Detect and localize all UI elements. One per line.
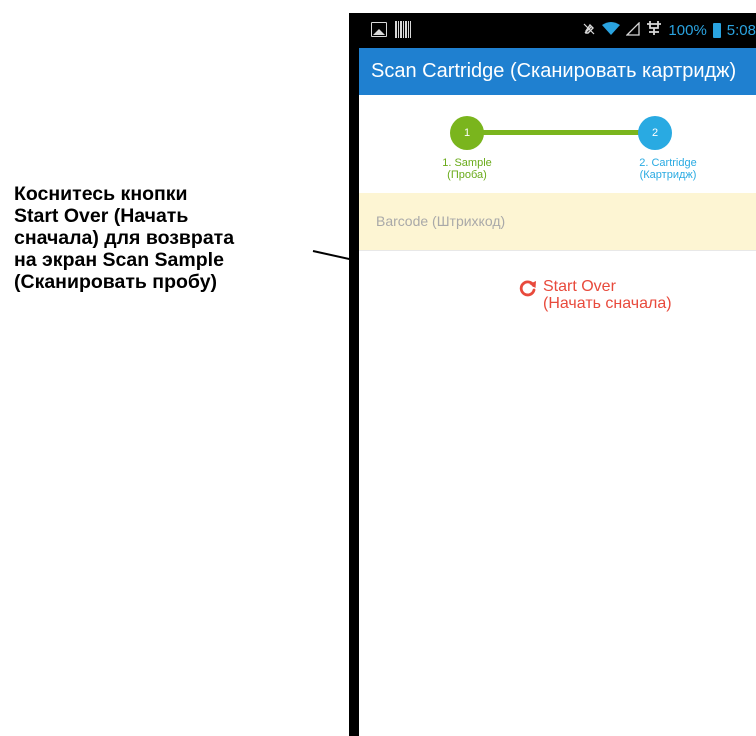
step-2-subtitle: (Картридж) xyxy=(639,169,697,181)
step-1-title: 1. Sample xyxy=(442,157,492,169)
status-bar: 100% 5:08 xyxy=(359,13,756,48)
callout-line: сначала) для возврата xyxy=(14,227,235,249)
barcode-field[interactable]: Barcode (Штрихкод) xyxy=(359,193,756,250)
start-over-label-en: Start Over xyxy=(543,278,616,295)
page-title: Scan Cartridge (Сканировать картридж) xyxy=(371,60,737,82)
battery-percent: 100% xyxy=(668,22,707,39)
barcode-label-en: Barcode xyxy=(376,213,429,229)
barcode-label: Barcode (Штрихкод) xyxy=(376,213,505,229)
step-connector xyxy=(477,130,645,135)
phone-screen: 100% 5:08 Scan Cartridge (Сканировать ка… xyxy=(359,13,756,736)
callout-line: (Сканировать пробу) xyxy=(14,271,218,293)
progress-stepper: 1 2 1. Sample (Проба) 2. Cartridge (Карт… xyxy=(359,95,756,193)
step-1-circle: 1 xyxy=(450,116,484,150)
start-over-label-ru: (Начать сначала) xyxy=(543,295,672,312)
callout-line: Коснитесь кнопки xyxy=(14,183,188,205)
callout-line: Start Over (Начать xyxy=(14,205,189,227)
network-icon xyxy=(646,21,662,40)
signal-icon xyxy=(625,21,641,39)
barcode-label-ru: (Штрихкод) xyxy=(432,213,506,229)
callout-line: на экран Scan Sample xyxy=(14,249,224,271)
instruction-callout: Коснитесь кнопки Start Over (Начать снач… xyxy=(14,183,314,293)
divider xyxy=(359,250,756,251)
clock: 5:08 xyxy=(726,22,756,39)
step-2-circle: 2 xyxy=(638,116,672,150)
barcode-icon xyxy=(395,21,411,38)
step-2-title: 2. Cartridge xyxy=(639,157,697,169)
mute-icon xyxy=(582,22,596,39)
start-over-button[interactable]: Start Over (Начать сначала) xyxy=(519,278,672,318)
wifi-icon xyxy=(602,22,621,39)
image-icon xyxy=(371,22,387,37)
step-2-label: 2. Cartridge (Картридж) xyxy=(623,157,713,181)
step-1-subtitle: (Проба) xyxy=(447,169,487,181)
phone-frame: 100% 5:08 Scan Cartridge (Сканировать ка… xyxy=(349,13,756,736)
app-bar: Scan Cartridge (Сканировать картридж) xyxy=(359,48,756,95)
refresh-icon xyxy=(519,280,536,297)
start-over-label: Start Over (Начать сначала) xyxy=(543,278,672,312)
step-1-label: 1. Sample (Проба) xyxy=(425,157,509,181)
battery-icon xyxy=(712,23,721,38)
